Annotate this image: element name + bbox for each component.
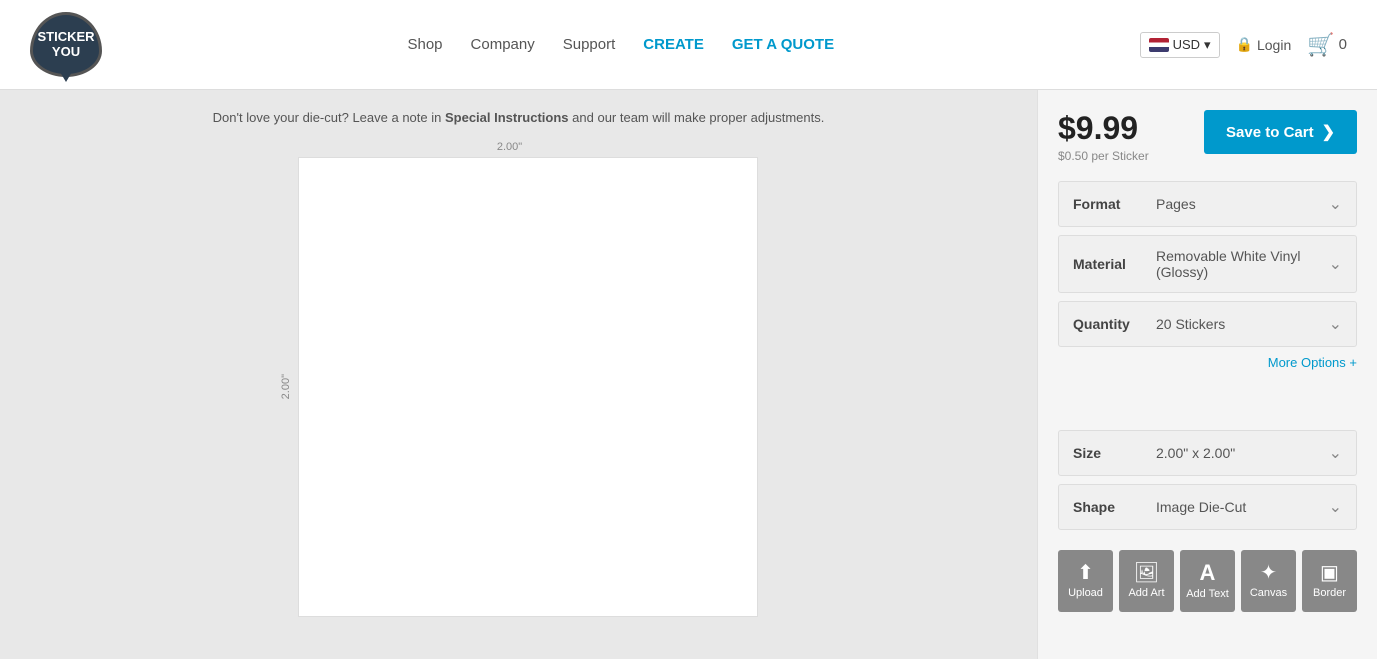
main-nav: Shop Company Support CREATE GET A QUOTE	[407, 36, 834, 53]
currency-selector[interactable]: USD ▾	[1140, 32, 1220, 58]
logo: STICKER YOU	[30, 12, 102, 77]
quantity-value: 20 Stickers	[1148, 316, 1329, 332]
cart-count: 0	[1339, 36, 1347, 53]
canvas-row: 2.00"	[280, 157, 758, 617]
nav-get-a-quote[interactable]: GET A QUOTE	[732, 36, 834, 53]
add-text-label: Add Text	[1186, 588, 1229, 600]
login-label: Login	[1257, 37, 1291, 53]
quantity-dropdown[interactable]: Quantity 20 Stickers ⌄	[1058, 301, 1357, 347]
add-text-button[interactable]: A Add Text	[1180, 550, 1235, 612]
lock-icon: 🔒	[1236, 36, 1253, 53]
instruction-prefix: Don't love your die-cut?	[213, 110, 349, 125]
more-options-label: More Options +	[1268, 355, 1357, 370]
size-dropdown[interactable]: Size 2.00" x 2.00" ⌄	[1058, 430, 1357, 476]
shape-value: Image Die-Cut	[1148, 499, 1329, 515]
instructions-bar: Don't love your die-cut? Leave a note in…	[169, 110, 869, 125]
left-panel: Don't love your die-cut? Leave a note in…	[0, 90, 1037, 659]
canvas-icon: ✦	[1260, 563, 1277, 583]
size-label: Size	[1073, 445, 1148, 461]
header: STICKER YOU Shop Company Support CREATE …	[0, 0, 1377, 90]
canvas-label: Canvas	[1250, 587, 1287, 599]
nav-shop[interactable]: Shop	[407, 36, 442, 53]
upload-button[interactable]: ⬆ Upload	[1058, 550, 1113, 612]
price-area: $9.99 $0.50 per Sticker Save to Cart ❯	[1058, 110, 1357, 163]
material-value: Removable White Vinyl (Glossy)	[1148, 248, 1329, 280]
right-panel: $9.99 $0.50 per Sticker Save to Cart ❯ F…	[1037, 90, 1377, 659]
upload-label: Upload	[1068, 587, 1103, 599]
save-cart-chevron: ❯	[1322, 122, 1335, 142]
upload-icon: ⬆	[1077, 563, 1094, 583]
price-main: $9.99	[1058, 110, 1149, 147]
flag-icon	[1149, 38, 1169, 52]
size-value: 2.00" x 2.00"	[1148, 445, 1329, 461]
format-chevron: ⌄	[1329, 194, 1342, 214]
shape-label: Shape	[1073, 499, 1148, 515]
price-per: $0.50 per Sticker	[1058, 149, 1149, 163]
save-to-cart-button[interactable]: Save to Cart ❯	[1204, 110, 1357, 154]
cart-icon: 🛒	[1307, 32, 1334, 58]
bottom-toolbar: ⬆ Upload 🖼 Add Art A Add Text ✦ Canvas ▣…	[1058, 550, 1357, 612]
main-content: Don't love your die-cut? Leave a note in…	[0, 90, 1377, 659]
shape-dropdown[interactable]: Shape Image Die-Cut ⌄	[1058, 484, 1357, 530]
add-art-label: Add Art	[1128, 587, 1164, 599]
logo-area: STICKER YOU	[30, 12, 102, 77]
quantity-chevron: ⌄	[1329, 314, 1342, 334]
nav-create[interactable]: CREATE	[643, 36, 704, 53]
format-label: Format	[1073, 196, 1148, 212]
add-art-icon: 🖼	[1134, 563, 1159, 583]
currency-chevron: ▾	[1204, 37, 1211, 53]
format-value: Pages	[1148, 196, 1329, 212]
size-chevron: ⌄	[1329, 443, 1342, 463]
add-text-icon: A	[1200, 562, 1216, 584]
material-dropdown[interactable]: Material Removable White Vinyl (Glossy) …	[1058, 235, 1357, 293]
logo-line1: STICKER	[37, 30, 94, 44]
currency-label: USD	[1173, 37, 1200, 52]
login-link[interactable]: 🔒 Login	[1236, 36, 1292, 53]
dimension-left: 2.00"	[280, 374, 292, 399]
border-icon: ▣	[1320, 563, 1339, 583]
price-block: $9.99 $0.50 per Sticker	[1058, 110, 1149, 163]
instruction-suffix: and our team will make proper adjustment…	[572, 110, 824, 125]
instruction-middle: Leave a note in	[352, 110, 445, 125]
format-dropdown[interactable]: Format Pages ⌄	[1058, 181, 1357, 227]
instruction-special: Special Instructions	[445, 110, 569, 125]
material-chevron: ⌄	[1329, 254, 1342, 274]
sticker-canvas[interactable]	[298, 157, 758, 617]
dimension-top: 2.00"	[280, 141, 740, 153]
add-art-button[interactable]: 🖼 Add Art	[1119, 550, 1174, 612]
nav-right: USD ▾ 🔒 Login 🛒 0	[1140, 32, 1347, 58]
canvas-area: 2.00" 2.00"	[280, 141, 758, 617]
canvas-button[interactable]: ✦ Canvas	[1241, 550, 1296, 612]
nav-support[interactable]: Support	[563, 36, 616, 53]
shape-chevron: ⌄	[1329, 497, 1342, 517]
cart-area[interactable]: 🛒 0	[1307, 32, 1347, 58]
material-label: Material	[1073, 256, 1148, 272]
logo-line2: YOU	[52, 45, 80, 59]
more-options-link[interactable]: More Options +	[1058, 355, 1357, 370]
save-cart-label: Save to Cart	[1226, 124, 1314, 141]
nav-company[interactable]: Company	[471, 36, 535, 53]
quantity-label: Quantity	[1073, 316, 1148, 332]
border-button[interactable]: ▣ Border	[1302, 550, 1357, 612]
border-label: Border	[1313, 587, 1346, 599]
